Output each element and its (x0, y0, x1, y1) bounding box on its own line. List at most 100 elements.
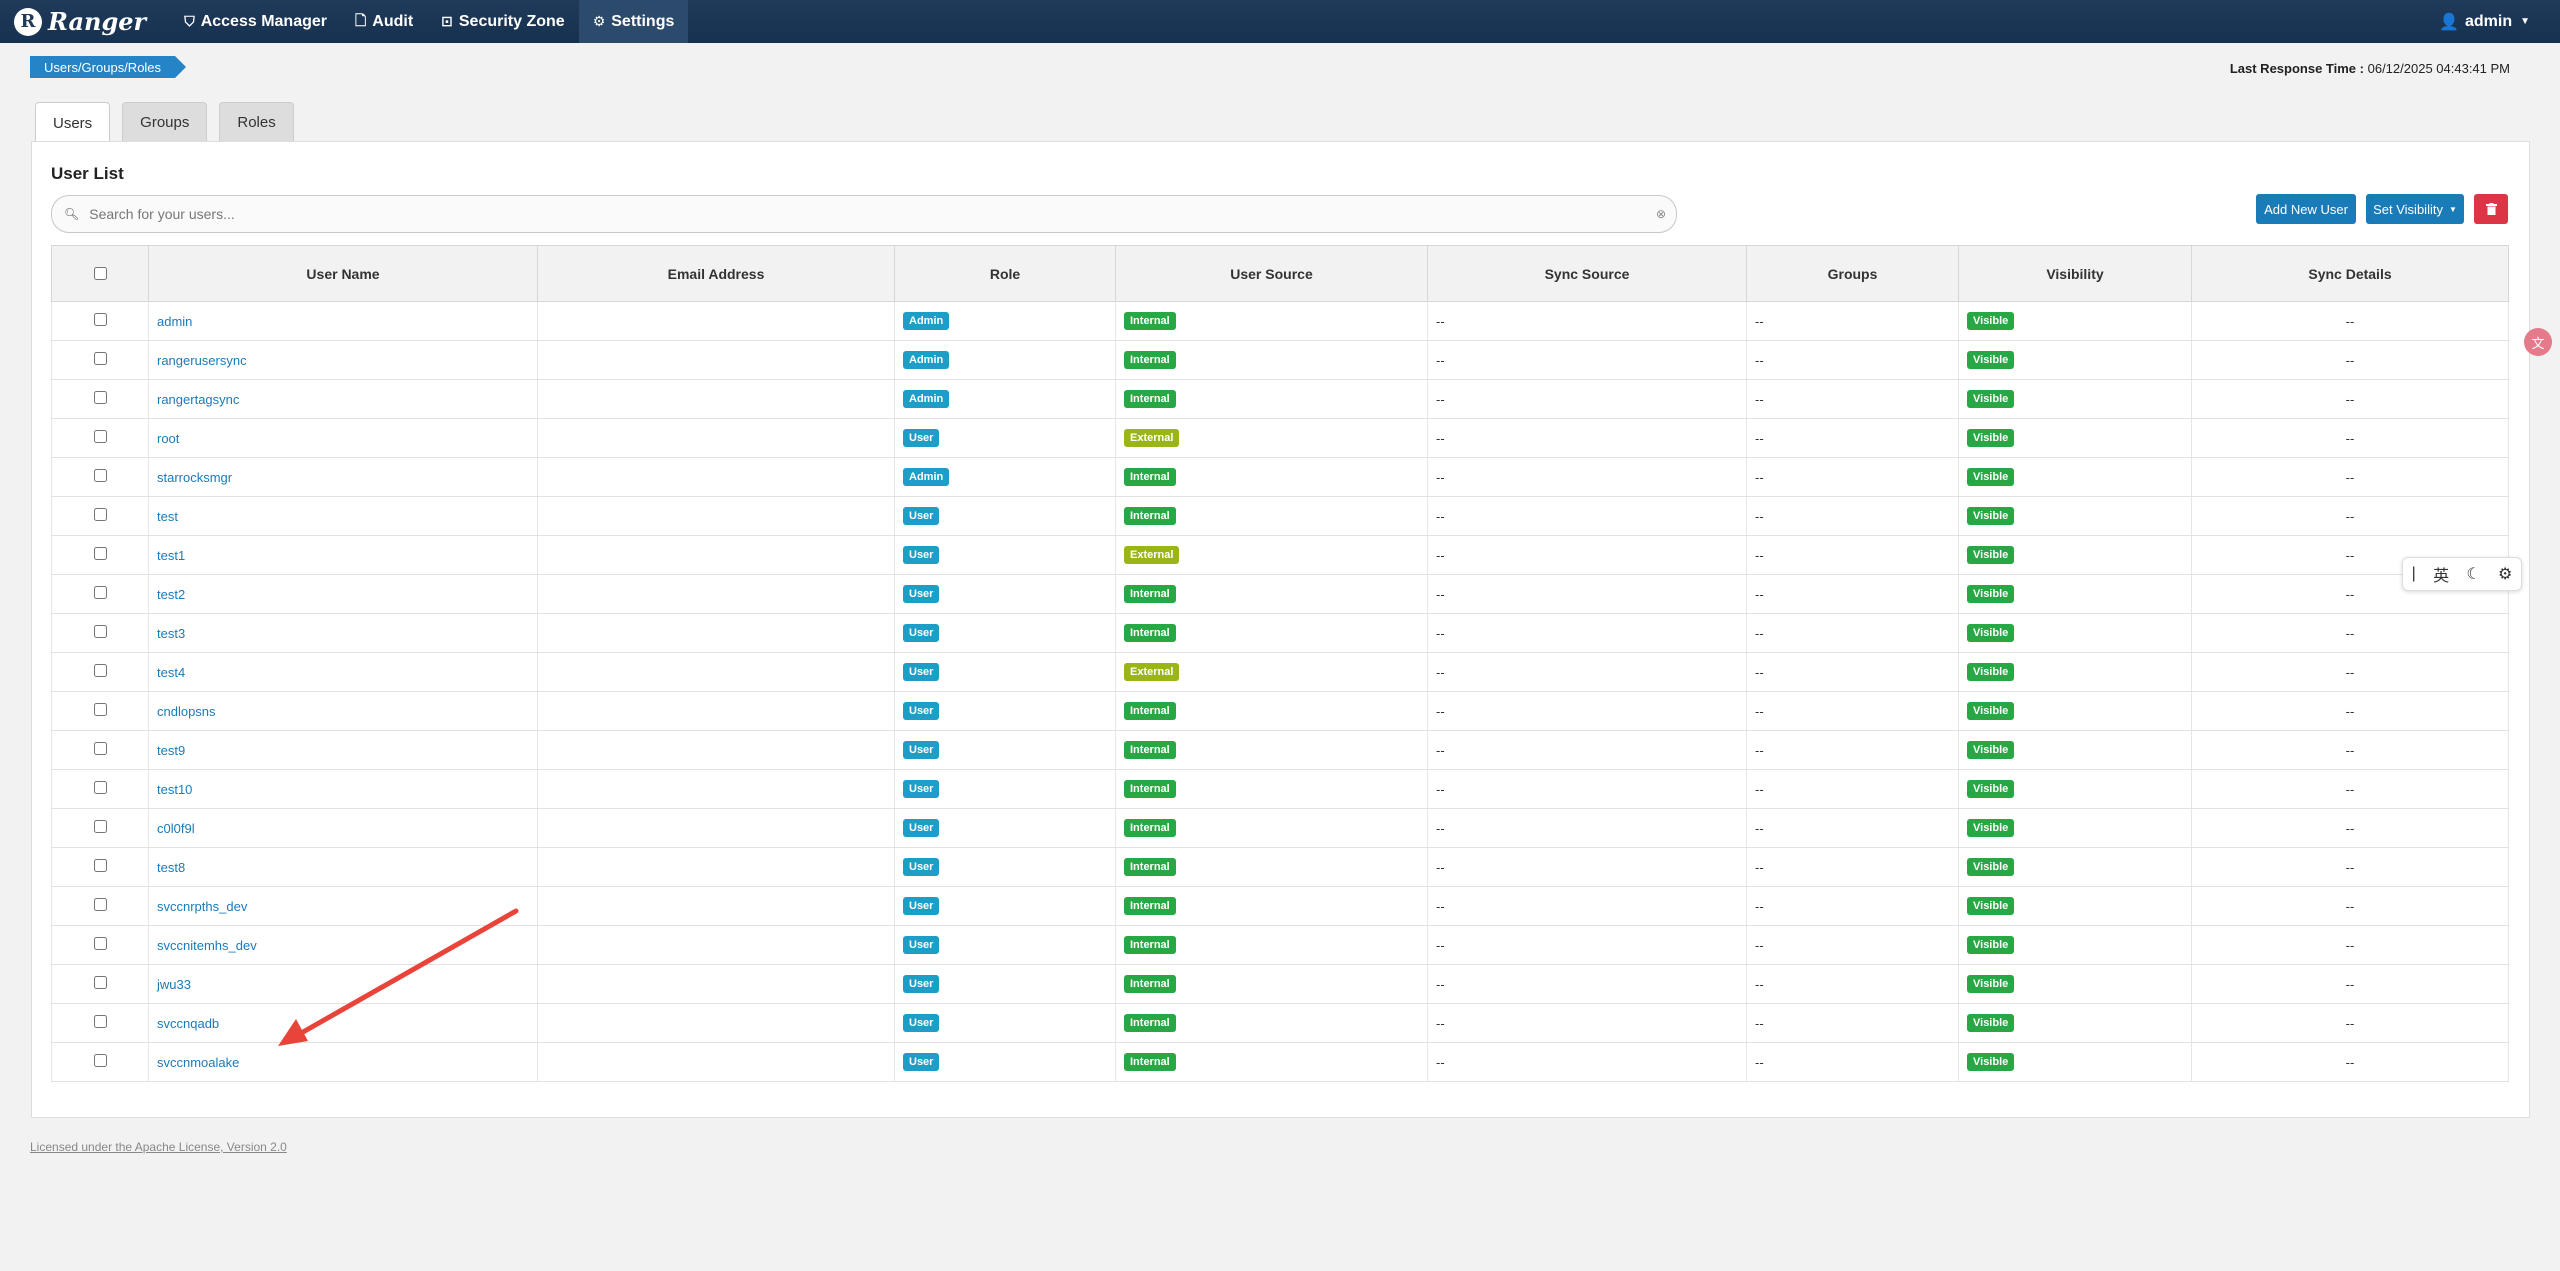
column-header[interactable]: Sync Details (2191, 245, 2509, 302)
top-navbar: R Ranger ⛉ Access Manager 🗋 Audit ⊡ Secu… (0, 0, 2560, 43)
row-checkbox[interactable] (93, 859, 107, 872)
table-row[interactable]: test10 User Internal -- -- Visible -- (51, 769, 2509, 809)
user-name-link[interactable]: svccnrpths_dev (157, 899, 247, 914)
column-header[interactable]: Email Address (537, 245, 895, 302)
nav-security-zone[interactable]: ⊡ Security Zone (427, 0, 579, 43)
table-row[interactable]: svccnqadb User Internal -- -- Visible -- (51, 1003, 2509, 1043)
caret-down-icon: ▼ (2520, 16, 2530, 27)
row-checkbox[interactable] (93, 625, 107, 638)
row-checkbox[interactable] (93, 898, 107, 911)
user-source-badge: Internal (1124, 390, 1176, 408)
translate-icon[interactable]: 文 (2524, 328, 2552, 356)
column-header[interactable]: Sync Source (1427, 245, 1747, 302)
table-row[interactable]: test1 User External -- -- Visible -- (51, 535, 2509, 575)
nav-audit[interactable]: 🗋 Audit (341, 0, 427, 43)
table-row[interactable]: svccnitemhs_dev User Internal -- -- Visible -- (51, 925, 2509, 965)
ime-cursor-icon[interactable]: | (2412, 565, 2416, 583)
select-all-checkbox[interactable] (94, 267, 107, 280)
user-name-link[interactable]: test10 (157, 782, 192, 797)
user-name-link[interactable]: test4 (157, 665, 185, 680)
table-row[interactable]: root User External -- -- Visible -- (51, 418, 2509, 458)
user-name-link[interactable]: rangertagsync (157, 392, 239, 407)
visibility-cell: Visible (1958, 769, 2192, 809)
row-checkbox[interactable] (93, 1054, 107, 1067)
table-row[interactable]: cndlopsns User Internal -- -- Visible -- (51, 691, 2509, 731)
user-menu[interactable]: 👤 admin ▼ (2439, 0, 2530, 43)
breadcrumb[interactable]: Users/Groups/Roles (30, 56, 187, 78)
row-checkbox[interactable] (93, 391, 107, 404)
column-header[interactable]: User Source (1115, 245, 1428, 302)
table-row[interactable]: test4 User External -- -- Visible -- (51, 652, 2509, 692)
table-row[interactable]: test User Internal -- -- Visible -- (51, 496, 2509, 536)
user-name-link[interactable]: starrocksmgr (157, 470, 232, 485)
user-name-link[interactable]: admin (157, 314, 192, 329)
table-row[interactable]: admin Admin Internal -- -- Visible -- (51, 301, 2509, 341)
tab-users[interactable]: Users (35, 102, 111, 143)
visibility-cell: Visible (1958, 1003, 2192, 1043)
user-name-link[interactable]: svccnitemhs_dev (157, 938, 257, 953)
user-name-link[interactable]: test2 (157, 587, 185, 602)
row-checkbox[interactable] (93, 586, 107, 599)
column-header[interactable]: Role (894, 245, 1116, 302)
row-checkbox[interactable] (93, 547, 107, 560)
sync-source-cell: -- (1427, 613, 1747, 653)
user-name-link[interactable]: test9 (157, 743, 185, 758)
table-row[interactable]: test2 User Internal -- -- Visible -- (51, 574, 2509, 614)
table-row[interactable]: svccnrpths_dev User Internal -- -- Visible -- (51, 886, 2509, 926)
table-row[interactable]: test9 User Internal -- -- Visible -- (51, 730, 2509, 770)
user-name-link[interactable]: cndlopsns (157, 704, 216, 719)
table-row[interactable]: test3 User Internal -- -- Visible -- (51, 613, 2509, 653)
moon-icon[interactable]: ☾ (2466, 564, 2480, 584)
column-header[interactable]: Visibility (1958, 245, 2192, 302)
user-name-link[interactable]: c0l0f9l (157, 821, 195, 836)
row-checkbox[interactable] (93, 781, 107, 794)
user-name-link[interactable]: test8 (157, 860, 185, 875)
row-checkbox[interactable] (93, 937, 107, 950)
table-row[interactable]: c0l0f9l User Internal -- -- Visible -- (51, 808, 2509, 848)
visibility-badge: Visible (1967, 1014, 2015, 1032)
set-visibility-button[interactable]: Set Visibility ▼ (2366, 194, 2464, 224)
table-row[interactable]: svccnmoalake User Internal -- -- Visible -- (51, 1042, 2509, 1082)
row-checkbox[interactable] (93, 664, 107, 677)
row-checkbox[interactable] (93, 976, 107, 989)
table-row[interactable]: test8 User Internal -- -- Visible -- (51, 847, 2509, 887)
user-name-link[interactable]: test3 (157, 626, 185, 641)
row-checkbox[interactable] (93, 820, 107, 833)
tab-groups[interactable]: Groups (122, 102, 208, 141)
table-row[interactable]: rangertagsync Admin Internal -- -- Visible -- (51, 379, 2509, 419)
license-link[interactable]: Licensed under the Apache License, Versi… (30, 1140, 287, 1154)
row-checkbox[interactable] (93, 742, 107, 755)
table-row[interactable]: rangerusersync Admin Internal -- -- Visible -- (51, 340, 2509, 380)
table-row[interactable]: starrocksmgr Admin Internal -- -- Visible -- (51, 457, 2509, 497)
user-name-link[interactable]: root (157, 431, 179, 446)
clear-icon[interactable]: ⊗ (1656, 207, 1666, 221)
user-name-link[interactable]: svccnmoalake (157, 1055, 239, 1070)
delete-button[interactable] (2474, 194, 2508, 224)
user-name-link[interactable]: svccnqadb (157, 1016, 219, 1031)
row-checkbox[interactable] (93, 430, 107, 443)
nav-settings[interactable]: ⚙ Settings (578, 0, 689, 43)
brand[interactable]: R Ranger (14, 7, 146, 36)
user-name-link[interactable]: test (157, 509, 178, 524)
column-header[interactable]: Groups (1746, 245, 1959, 302)
add-new-user-button[interactable]: Add New User (2256, 194, 2356, 224)
row-checkbox[interactable] (93, 313, 107, 326)
nav-access-manager[interactable]: ⛉ Access Manager (170, 0, 341, 43)
row-checkbox[interactable] (93, 1015, 107, 1028)
gear-icon[interactable]: ⚙ (2498, 564, 2512, 584)
user-name-link[interactable]: rangerusersync (157, 353, 247, 368)
tab-roles[interactable]: Roles (219, 102, 294, 141)
nav-audit-label: Audit (372, 12, 414, 30)
user-name-link[interactable]: jwu33 (157, 977, 191, 992)
row-checkbox[interactable] (93, 352, 107, 365)
row-checkbox[interactable] (93, 508, 107, 521)
role-cell: User (894, 535, 1116, 575)
search-input[interactable] (87, 205, 1656, 223)
row-checkbox[interactable] (93, 469, 107, 482)
column-header[interactable]: User Name (148, 245, 538, 302)
table-row[interactable]: jwu33 User Internal -- -- Visible -- (51, 964, 2509, 1004)
user-name-link[interactable]: test1 (157, 548, 185, 563)
row-checkbox[interactable] (93, 703, 107, 716)
search-box[interactable]: 🔍︎ ⊗ (51, 195, 1677, 233)
ime-lang-toggle[interactable]: 英 (2433, 562, 2449, 586)
